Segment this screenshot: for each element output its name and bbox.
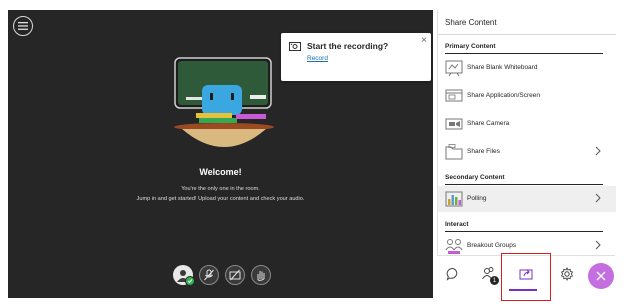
recording-prompt: Start the recording? Record × — [281, 33, 431, 81]
main-stage: Start the recording? Record × Welcome! Y… — [8, 10, 433, 298]
share-camera-label: Share Camera — [467, 120, 510, 127]
breakout-groups-label: Breakout Groups — [467, 242, 517, 249]
settings-tab[interactable] — [557, 264, 577, 284]
media-controls — [173, 265, 271, 286]
raise-hand-button[interactable] — [251, 265, 271, 285]
share-files-label: Share Files — [467, 148, 500, 155]
close-icon — [596, 271, 606, 281]
share-blank-whiteboard-item[interactable]: Share Blank Whiteboard — [438, 55, 616, 81]
avatar[interactable] — [173, 265, 195, 286]
welcome-illustration — [174, 57, 274, 147]
whiteboard-icon — [445, 60, 463, 77]
close-icon[interactable]: × — [421, 36, 427, 46]
attendee-count-badge: 1 — [490, 276, 499, 285]
panel-title: Share Content — [445, 18, 497, 27]
share-files-item[interactable]: Share Files — [438, 139, 616, 165]
welcome-subtitle-2: Jump in and get started! Upload your con… — [136, 196, 305, 202]
screen-share-icon — [445, 89, 463, 102]
close-panel-button[interactable] — [588, 263, 614, 289]
welcome-subtitle-1: You're the only one in the room. — [181, 186, 260, 192]
record-link[interactable]: Record — [307, 55, 328, 62]
share-camera-item[interactable]: Share Camera — [438, 111, 616, 137]
recording-camera-icon — [289, 42, 301, 51]
polling-icon — [445, 191, 463, 207]
polling-item[interactable]: Polling — [438, 186, 616, 212]
checkmark-icon — [185, 276, 195, 286]
share-camera-icon — [445, 118, 463, 130]
welcome-heading: Welcome! — [199, 167, 242, 177]
share-application-screen-item[interactable]: Share Application/Screen — [438, 83, 616, 109]
divider — [445, 184, 603, 185]
microphone-muted-icon — [204, 269, 214, 281]
chevron-right-icon — [595, 240, 601, 250]
divider — [445, 231, 603, 232]
chevron-right-icon — [595, 146, 601, 156]
attendees-tab[interactable]: 1 — [479, 264, 499, 285]
chat-tab[interactable] — [443, 264, 463, 284]
chat-icon — [446, 267, 458, 281]
breakout-groups-icon — [445, 239, 463, 254]
divider — [438, 34, 616, 35]
active-tab-indicator — [509, 289, 537, 291]
section-interact: Interact — [445, 221, 469, 228]
microphone-toggle-button[interactable] — [199, 265, 219, 285]
camera-toggle-button[interactable] — [225, 265, 245, 285]
folder-icon — [445, 144, 463, 160]
polling-label: Polling — [467, 195, 487, 202]
session-menu-button[interactable] — [13, 16, 33, 36]
share-content-icon — [519, 269, 533, 280]
raise-hand-icon — [257, 271, 265, 281]
share-application-screen-label: Share Application/Screen — [467, 92, 540, 99]
divider — [445, 53, 603, 54]
share-blank-whiteboard-label: Share Blank Whiteboard — [467, 64, 538, 71]
section-secondary-content: Secondary Content — [445, 174, 505, 181]
settings-icon — [560, 267, 574, 281]
chevron-right-icon — [595, 193, 601, 203]
section-primary-content: Primary Content — [445, 43, 496, 50]
recording-prompt-title: Start the recording? — [307, 41, 389, 51]
share-content-tab[interactable] — [516, 264, 536, 284]
hamburger-menu-icon — [18, 22, 28, 30]
camera-off-icon — [229, 269, 241, 281]
